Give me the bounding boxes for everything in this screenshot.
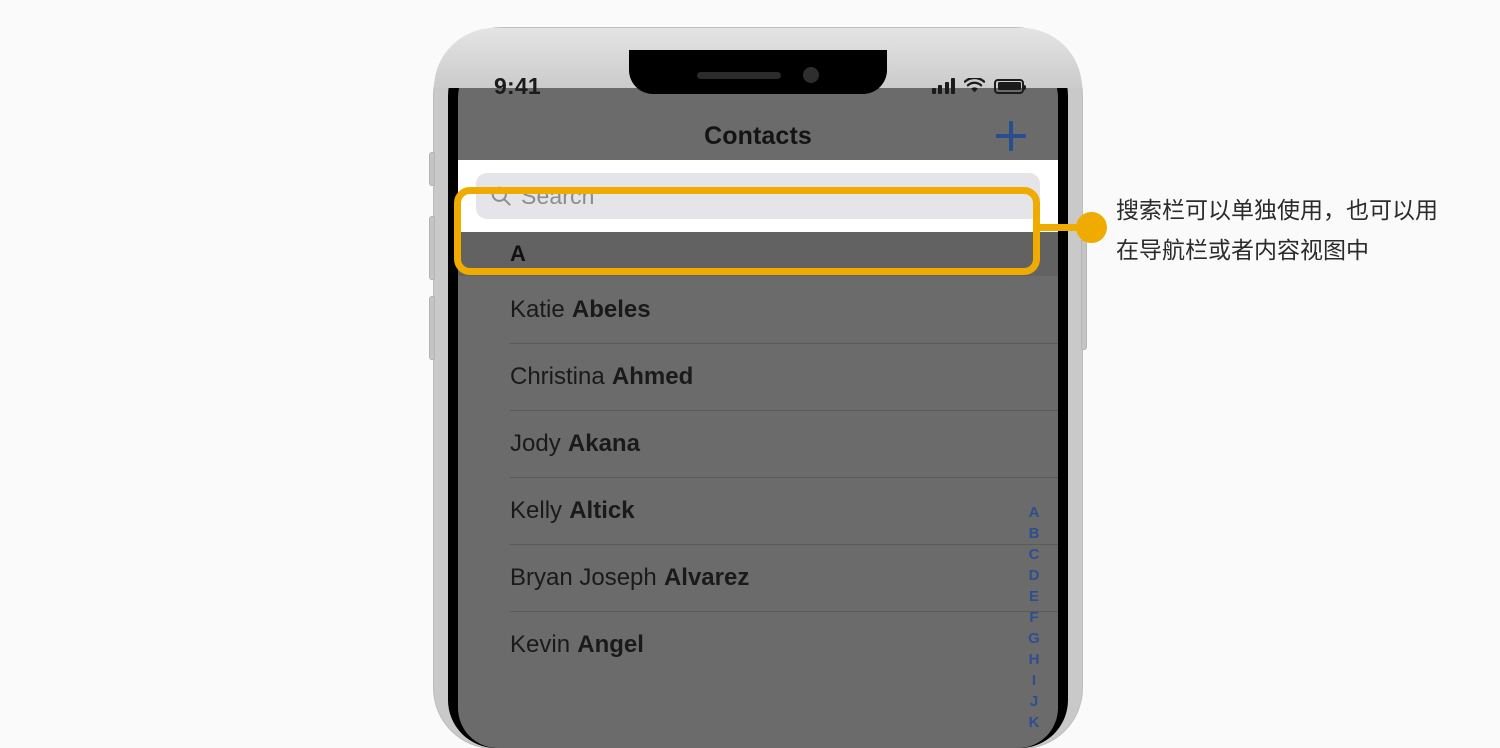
- list-item[interactable]: Bryan Joseph Alvarez: [458, 544, 1058, 611]
- index-letter[interactable]: K: [1029, 712, 1040, 733]
- contact-list[interactable]: A Katie Abeles Christina Ahmed Jody Akan…: [458, 232, 1058, 678]
- contact-given-name: Katie: [510, 295, 565, 323]
- contact-given-name: Kevin: [510, 630, 571, 658]
- phone-bezel: 9:41 Contacts Search A Katie Abeles Chri…: [448, 40, 1068, 748]
- signal-bars-icon: [931, 78, 955, 94]
- list-item[interactable]: Kelly Altick: [458, 477, 1058, 544]
- index-letter[interactable]: A: [1029, 502, 1040, 523]
- index-letter[interactable]: G: [1028, 628, 1040, 649]
- battery-icon: [994, 78, 1026, 94]
- search-bar: Search: [458, 160, 1058, 232]
- earpiece-speaker-icon: [697, 71, 781, 79]
- device-notch: [629, 50, 887, 94]
- power-button[interactable]: [1081, 240, 1087, 350]
- index-letter[interactable]: I: [1032, 670, 1036, 691]
- contact-family-name: Angel: [577, 630, 644, 658]
- index-letter[interactable]: H: [1029, 649, 1040, 670]
- contact-family-name: Alvarez: [663, 563, 750, 591]
- callout-text: 搜索栏可以单独使用，也可以用在导航栏或者内容视图中: [1116, 197, 1438, 263]
- phone-device-frame: 9:41 Contacts Search A Katie Abeles Chri…: [429, 28, 1087, 748]
- index-letter[interactable]: B: [1029, 523, 1040, 544]
- index-letter[interactable]: J: [1030, 691, 1038, 712]
- search-input[interactable]: Search: [476, 173, 1040, 219]
- list-item[interactable]: Kevin Angel: [458, 611, 1058, 678]
- search-icon: [491, 186, 511, 206]
- navigation-bar: Contacts: [458, 112, 1058, 160]
- status-bar-icons: [931, 78, 1026, 94]
- contact-given-name: Christina: [510, 362, 605, 390]
- index-letter[interactable]: D: [1029, 565, 1040, 586]
- phone-screen: 9:41 Contacts Search A Katie Abeles Chri…: [458, 50, 1058, 748]
- callout-connector-dot: [1076, 212, 1107, 243]
- index-letter[interactable]: F: [1029, 607, 1038, 628]
- add-contact-button[interactable]: [994, 119, 1028, 153]
- contact-family-name: Akana: [567, 429, 640, 457]
- wifi-icon: [964, 78, 985, 93]
- list-item[interactable]: Christina Ahmed: [458, 343, 1058, 410]
- alphabet-index-strip[interactable]: A B C D E F G H I J K: [1024, 502, 1044, 733]
- section-header-a: A: [458, 232, 1058, 276]
- contact-family-name: Ahmed: [611, 362, 694, 390]
- contact-given-name: Jody: [510, 429, 561, 457]
- volume-up-button[interactable]: [429, 216, 435, 280]
- contact-given-name: Kelly: [510, 496, 563, 524]
- status-bar-time: 9:41: [494, 72, 541, 99]
- contact-family-name: Abeles: [571, 295, 651, 323]
- contact-family-name: Altick: [569, 496, 635, 524]
- contact-given-name: Bryan Joseph: [510, 563, 657, 591]
- search-placeholder-text: Search: [521, 182, 595, 209]
- silent-switch-button[interactable]: [429, 152, 435, 186]
- index-letter[interactable]: E: [1029, 586, 1039, 607]
- page-title: Contacts: [704, 121, 812, 150]
- front-camera-icon: [803, 67, 819, 83]
- list-item[interactable]: Jody Akana: [458, 410, 1058, 477]
- index-letter[interactable]: C: [1029, 544, 1040, 565]
- list-item[interactable]: Katie Abeles: [458, 276, 1058, 343]
- volume-down-button[interactable]: [429, 296, 435, 360]
